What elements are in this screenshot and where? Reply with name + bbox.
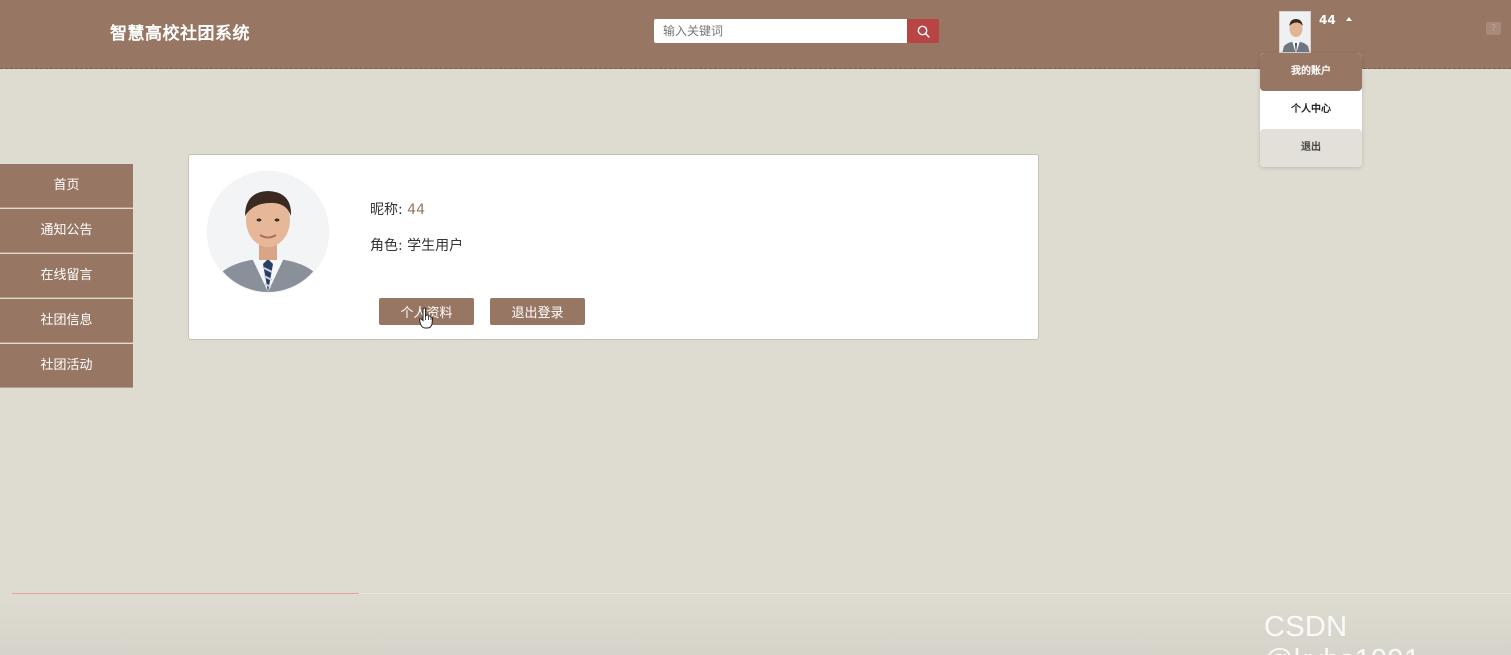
sidebar-item-home[interactable]: 首页 (0, 164, 133, 208)
role-value: 学生用户 (407, 238, 464, 254)
user-dropdown-menu: 我的账户 个人中心 退出 (1260, 53, 1362, 167)
footer-accent-line (12, 593, 359, 594)
sidebar-item-notices[interactable]: 通知公告 (0, 209, 133, 253)
nickname-row: 昵称: 44 (370, 199, 425, 219)
nickname-label: 昵称: (370, 202, 408, 218)
sidebar-item-club-activities[interactable]: 社团活动 (0, 344, 133, 388)
profile-avatar (208, 172, 328, 292)
menu-item-my-account[interactable]: 我的账户 (1260, 53, 1362, 91)
sidebar-nav: 首页 通知公告 在线留言 社团信息 社团活动 (0, 164, 133, 389)
search-icon (917, 25, 930, 38)
caret-up-icon[interactable] (1346, 17, 1352, 21)
menu-item-personal-center[interactable]: 个人中心 (1260, 91, 1362, 129)
person-icon (208, 172, 328, 292)
user-name[interactable]: 44 (1319, 13, 1336, 27)
menu-item-logout[interactable]: 退出 (1260, 129, 1362, 167)
nickname-value: 44 (407, 202, 425, 218)
role-label: 角色: (370, 238, 408, 254)
watermark: CSDN @kybs1991 (1264, 611, 1420, 655)
person-icon (1280, 12, 1310, 52)
hand-cursor-icon (418, 307, 434, 333)
site-title: 智慧高校社团系统 (110, 24, 250, 44)
sidebar-item-messages[interactable]: 在线留言 (0, 254, 133, 298)
page: 智慧高校社团系统 44 ? 我的账户 个人中心 退出 (0, 0, 1511, 655)
user-avatar[interactable] (1279, 11, 1311, 53)
logout-button[interactable]: 退出登录 (490, 298, 585, 325)
search-input[interactable] (654, 19, 907, 43)
profile-card: 昵称: 44 角色: 学生用户 个人资料 退出登录 (188, 154, 1039, 340)
role-row: 角色: 学生用户 (370, 235, 463, 255)
sidebar-item-club-info[interactable]: 社团信息 (0, 299, 133, 343)
footer-divider (359, 593, 1511, 594)
search-button[interactable] (907, 19, 939, 43)
help-icon[interactable]: ? (1486, 22, 1501, 35)
